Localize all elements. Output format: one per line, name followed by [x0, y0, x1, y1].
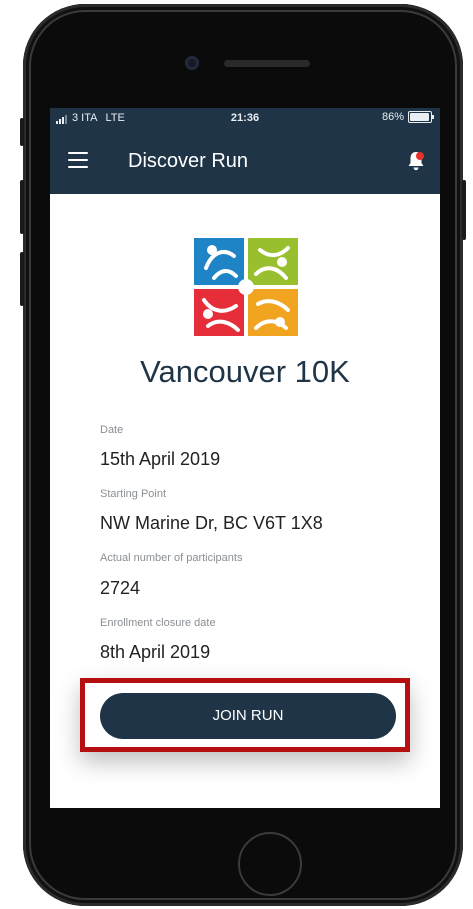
- hamburger-menu-icon[interactable]: [68, 152, 88, 168]
- app-bar: Discover Run: [50, 128, 440, 194]
- status-bar: 3 ITA LTE 21:36 86%: [50, 108, 440, 128]
- date-label: Date: [100, 424, 124, 436]
- event-details: Vancouver 10K Date 15th April 2019 Start…: [50, 194, 440, 808]
- join-run-highlight: JOIN RUN: [80, 678, 410, 752]
- power-button: [462, 180, 466, 240]
- battery-icon: [408, 111, 434, 123]
- enrollment-closure-value: 8th April 2019: [100, 642, 211, 662]
- date-value: 15th April 2019: [100, 449, 221, 469]
- home-button[interactable]: [238, 832, 302, 896]
- event-title: Vancouver 10K: [140, 354, 350, 389]
- notification-badge: [416, 152, 424, 160]
- starting-point-value: NW Marine Dr, BC V6T 1X8: [100, 513, 323, 533]
- participants-value: 2724: [100, 578, 141, 598]
- participants-label: Actual number of participants: [100, 552, 243, 564]
- run-logo-icon: [194, 238, 298, 336]
- volume-down-button: [20, 252, 24, 306]
- starting-point-label: Starting Point: [100, 488, 167, 500]
- join-run-button[interactable]: JOIN RUN: [100, 693, 396, 739]
- app-screen: 3 ITA LTE 21:36 86% Discover Run Vancouv…: [50, 108, 440, 808]
- battery-percent: 86%: [381, 111, 404, 123]
- enrollment-closure-label: Enrollment closure date: [100, 617, 216, 629]
- status-right: 86%: [381, 111, 434, 123]
- front-camera: [185, 56, 199, 70]
- volume-up-button: [20, 180, 24, 234]
- app-title: Discover Run: [128, 150, 249, 172]
- mute-switch: [20, 118, 24, 146]
- earpiece-speaker: [224, 60, 310, 67]
